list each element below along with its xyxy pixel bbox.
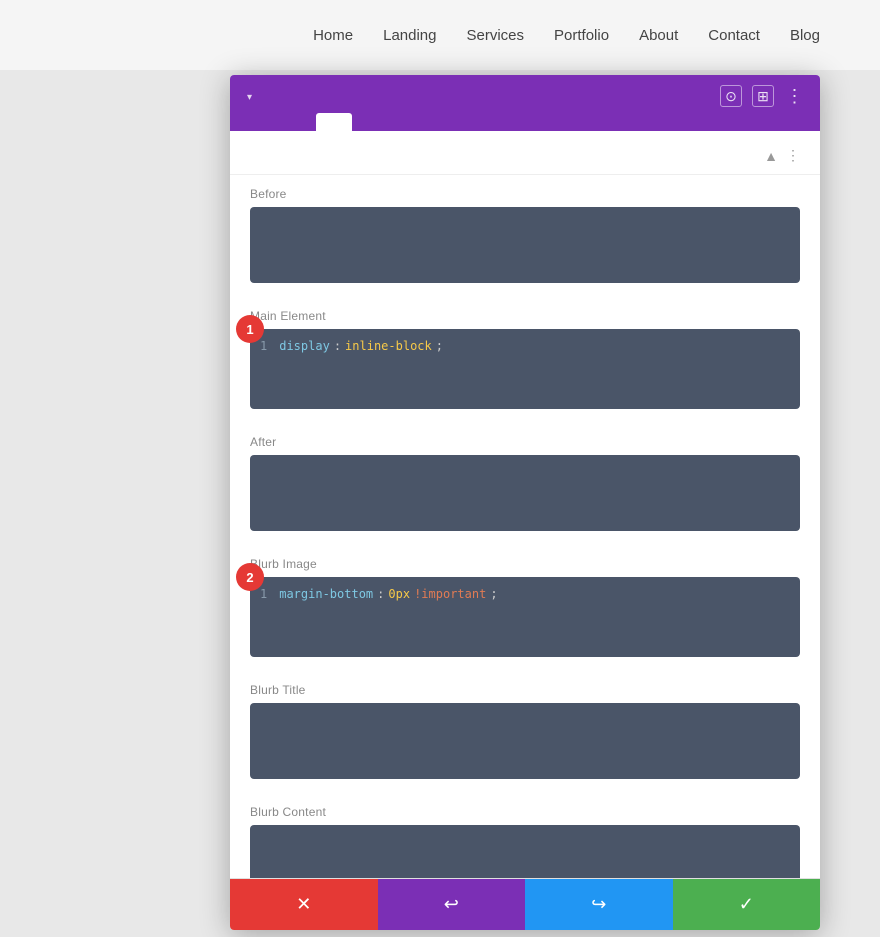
code-line-3: 1 margin-bottom: 0px !important; bbox=[260, 587, 790, 601]
bottom-action-bar: ✕ ↩ ↪ ✓ bbox=[230, 878, 820, 930]
css-field-section-1: Main Element11display: inline-block; bbox=[230, 297, 820, 423]
css-field-label-0: Before bbox=[250, 187, 800, 201]
css-field-section-2: After bbox=[230, 423, 820, 545]
nav-item-blog[interactable]: Blog bbox=[790, 27, 820, 44]
css-colon: : bbox=[377, 587, 384, 601]
nav-item-about[interactable]: About bbox=[639, 27, 678, 44]
cancel-button[interactable]: ✕ bbox=[230, 879, 378, 930]
modal-body[interactable]: ▲ ⋮ BeforeMain Element11display: inline-… bbox=[230, 131, 820, 878]
css-editor-0[interactable] bbox=[250, 207, 800, 283]
css-editor-4[interactable] bbox=[250, 703, 800, 779]
more-options-icon[interactable]: ⋮ bbox=[784, 85, 806, 107]
css-property: margin-bottom bbox=[279, 587, 373, 601]
tab-content[interactable] bbox=[244, 113, 280, 131]
save-button[interactable]: ✓ bbox=[673, 879, 821, 930]
css-field-label-2: After bbox=[250, 435, 800, 449]
line-number: 1 bbox=[260, 339, 267, 353]
css-value: inline-block bbox=[345, 339, 432, 353]
modal-header-icons: ⊙ ⊞ ⋮ bbox=[720, 85, 806, 107]
css-editor-2[interactable] bbox=[250, 455, 800, 531]
section-more-icon[interactable]: ⋮ bbox=[786, 147, 800, 164]
css-field-label-3: Blurb Image bbox=[250, 557, 800, 571]
css-editor-wrapper-0 bbox=[250, 207, 800, 283]
nav-item-portfolio[interactable]: Portfolio bbox=[554, 27, 609, 44]
nav-item-home[interactable]: Home bbox=[313, 27, 353, 44]
css-field-section-3: Blurb Image21 margin-bottom: 0px !importa… bbox=[230, 545, 820, 671]
css-field-section-5: Blurb Content bbox=[230, 793, 820, 878]
css-editor-3[interactable]: 1 margin-bottom: 0px !important; bbox=[250, 577, 800, 657]
responsive-icon[interactable]: ⊙ bbox=[720, 85, 742, 107]
section-collapse-icon[interactable]: ▲ bbox=[764, 148, 778, 164]
nav-item-landing[interactable]: Landing bbox=[383, 27, 436, 44]
css-field-section-0: Before bbox=[230, 175, 820, 297]
top-nav: Home Landing Services Portfolio About Contact… bbox=[0, 0, 880, 70]
undo-button[interactable]: ↩ bbox=[378, 879, 526, 930]
css-field-label-1: Main Element bbox=[250, 309, 800, 323]
css-editor-wrapper-1: 11 display: inline-block; bbox=[250, 329, 800, 409]
badge-1: 1 bbox=[236, 315, 264, 343]
css-editor-1[interactable]: 1 display: inline-block; bbox=[250, 329, 800, 409]
css-semicolon: ; bbox=[490, 587, 497, 601]
css-editor-wrapper-2 bbox=[250, 455, 800, 531]
tab-design[interactable] bbox=[280, 113, 316, 131]
blurb-settings-modal: ▾ ⊙ ⊞ ⋮ ▲ ⋮ BeforeMain Element1 bbox=[230, 75, 820, 930]
css-important: !important bbox=[414, 587, 486, 601]
redo-button[interactable]: ↪ bbox=[525, 879, 673, 930]
css-editor-wrapper-3: 21margin-bottom: 0px !important; bbox=[250, 577, 800, 657]
css-field-label-5: Blurb Content bbox=[250, 805, 800, 819]
split-view-icon[interactable]: ⊞ bbox=[752, 85, 774, 107]
modal-title-block: ▾ bbox=[244, 90, 252, 103]
section-controls: ▲ ⋮ bbox=[764, 147, 800, 164]
css-value: 0px bbox=[388, 587, 410, 601]
nav-item-services[interactable]: Services bbox=[467, 27, 525, 44]
css-editor-5[interactable] bbox=[250, 825, 800, 878]
modal-header: ▾ ⊙ ⊞ ⋮ bbox=[230, 75, 820, 131]
preset-dropdown-arrow: ▾ bbox=[247, 92, 252, 103]
modal-preset[interactable]: ▾ bbox=[244, 92, 252, 103]
css-editor-wrapper-5 bbox=[250, 825, 800, 878]
css-semicolon: ; bbox=[436, 339, 443, 353]
tab-advanced[interactable] bbox=[316, 113, 352, 131]
line-number: 1 bbox=[260, 587, 267, 601]
css-field-label-4: Blurb Title bbox=[250, 683, 800, 697]
custom-css-section-header: ▲ ⋮ bbox=[230, 131, 820, 175]
css-editor-wrapper-4 bbox=[250, 703, 800, 779]
css-colon: : bbox=[334, 339, 341, 353]
css-field-section-4: Blurb Title bbox=[230, 671, 820, 793]
css-fields: BeforeMain Element11display: inline-bloc… bbox=[230, 175, 820, 878]
code-line-1: 1 display: inline-block; bbox=[260, 339, 790, 353]
badge-2: 2 bbox=[236, 563, 264, 591]
css-property: display bbox=[279, 339, 330, 353]
nav-item-contact[interactable]: Contact bbox=[708, 27, 760, 44]
modal-tabs bbox=[244, 113, 806, 131]
